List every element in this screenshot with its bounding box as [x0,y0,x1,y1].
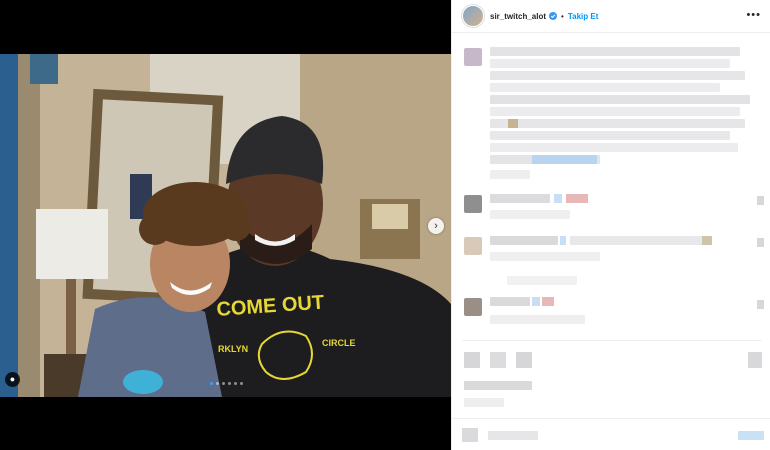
username-link[interactable]: sir_twitch_alot [490,12,546,21]
post-side-panel: sir_twitch_alot • Takip Et ••• [451,0,770,450]
shirt-text-3: CIRCLE [322,338,356,348]
selfie-photo: COME OUT RKLYN CIRCLE [0,54,451,397]
avatar[interactable] [462,5,484,27]
carousel-dot [240,382,243,385]
post-media: COME OUT RKLYN CIRCLE › ● [0,0,451,450]
comment-avatar [464,195,482,213]
verified-badge-icon [549,12,558,20]
post-header: sir_twitch_alot • Takip Et ••• [452,0,770,33]
comment-avatar [464,298,482,316]
user-tag-icon[interactable]: ● [5,372,20,387]
carousel-dot [234,382,237,385]
carousel-dots [210,382,243,385]
carousel-next-button[interactable]: › [428,218,444,234]
header-separator: • [561,11,564,21]
caption-avatar [464,48,482,66]
more-options-icon[interactable]: ••• [746,9,761,21]
carousel-dot [210,382,213,385]
carousel-dot [216,382,219,385]
post-photo[interactable]: COME OUT RKLYN CIRCLE [0,54,451,397]
comment-avatar [464,237,482,255]
follow-button[interactable]: Takip Et [568,12,599,21]
carousel-dot [222,382,225,385]
shirt-text-2: RKLYN [218,344,248,354]
carousel-dot [228,382,231,385]
